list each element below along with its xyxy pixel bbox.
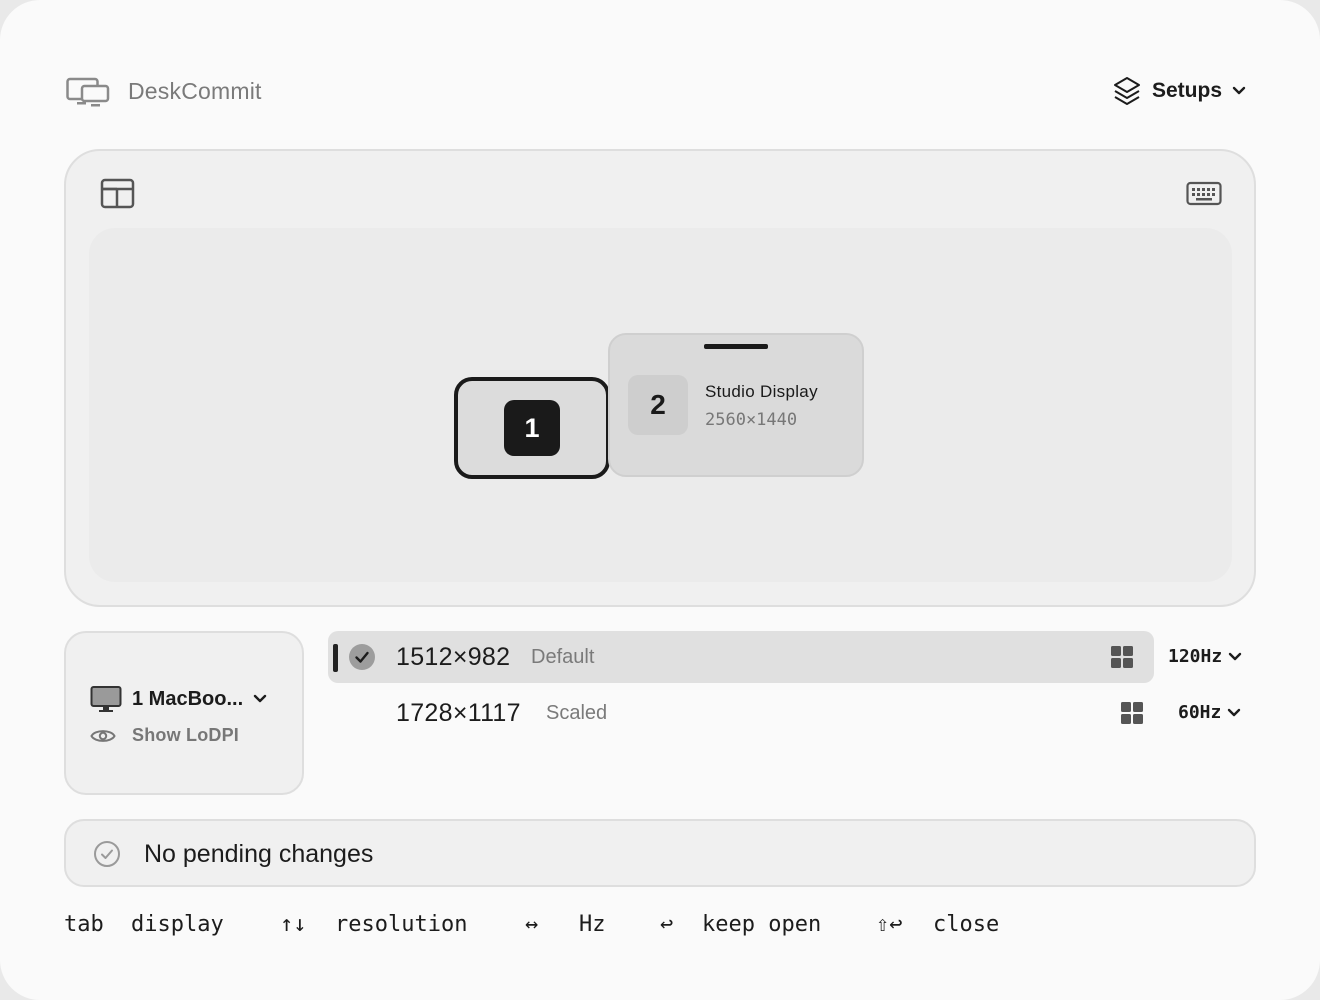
refresh-rate-label: 60Hz xyxy=(1178,702,1222,723)
hint-action: resolution xyxy=(335,912,468,937)
resolution-row[interactable]: 1728×1117 Scaled 60Hz xyxy=(328,687,1258,739)
display-dropdown-label: 1 MacBoo... xyxy=(132,687,244,710)
setups-button[interactable]: Setups xyxy=(1112,74,1246,108)
resolution-row-selected[interactable]: 1512×982 Default 120Hz xyxy=(328,631,1258,683)
menu-bar-indicator xyxy=(704,344,768,349)
display-2-resolution: 2560×1440 xyxy=(705,410,798,430)
hint-action: Hz xyxy=(579,912,606,937)
hint-key: ↔ xyxy=(525,912,539,937)
app-title: DeskCommit xyxy=(128,78,262,104)
status-bar: No pending changes xyxy=(64,819,1256,887)
app-window: DeskCommit Setups 1 2 Studio Display 256… xyxy=(0,0,1320,1000)
hint-key: ⇧↩ xyxy=(876,912,903,937)
display-dropdown[interactable]: 1 MacBoo... xyxy=(90,685,267,713)
refresh-rate-label: 120Hz xyxy=(1168,646,1223,667)
resolution-tag: Default xyxy=(531,646,595,668)
refresh-rate-dropdown[interactable]: 120Hz xyxy=(1168,646,1242,667)
show-lodpi-label: Show LoDPI xyxy=(132,725,239,745)
hint-key: ↩ xyxy=(660,912,674,937)
grid-icon xyxy=(1111,646,1133,668)
hint-action: display xyxy=(131,912,224,937)
show-lodpi-toggle[interactable]: Show LoDPI xyxy=(90,725,239,746)
chevron-down-icon xyxy=(1232,86,1246,95)
hint-key: tab xyxy=(64,912,104,937)
chevron-down-icon xyxy=(1228,708,1241,716)
setups-label: Setups xyxy=(1151,79,1222,102)
display-2-number: 2 xyxy=(628,375,688,435)
chevron-down-icon xyxy=(253,694,267,703)
resolution-value: 1728×1117 xyxy=(396,699,521,727)
check-circle-icon xyxy=(349,644,375,670)
display-2-tile[interactable]: 2 Studio Display 2560×1440 xyxy=(608,333,864,477)
status-text: No pending changes xyxy=(144,840,374,868)
layers-icon xyxy=(1113,77,1140,105)
layout-icon[interactable] xyxy=(100,178,136,210)
refresh-rate-dropdown[interactable]: 60Hz xyxy=(1178,702,1241,723)
selection-indicator xyxy=(333,644,338,672)
display-selector-panel: 1 MacBoo... Show LoDPI xyxy=(64,631,304,795)
resolution-tag: Scaled xyxy=(546,702,608,724)
resolution-value: 1512×982 xyxy=(396,643,511,671)
hint-key: ↑↓ xyxy=(280,912,307,937)
display-1-number: 1 xyxy=(504,400,560,456)
monitor-icon xyxy=(90,686,122,712)
hint-action: close xyxy=(933,912,1000,937)
chevron-down-icon xyxy=(1228,652,1242,660)
display-2-name: Studio Display xyxy=(705,382,818,401)
check-circle-icon xyxy=(94,841,120,867)
grid-icon xyxy=(1121,702,1143,724)
hint-action: keep open xyxy=(702,912,822,937)
display-1-tile[interactable]: 1 xyxy=(454,377,610,479)
keyboard-icon[interactable] xyxy=(1186,181,1222,207)
eye-icon xyxy=(90,729,116,742)
displays-icon xyxy=(66,77,110,107)
